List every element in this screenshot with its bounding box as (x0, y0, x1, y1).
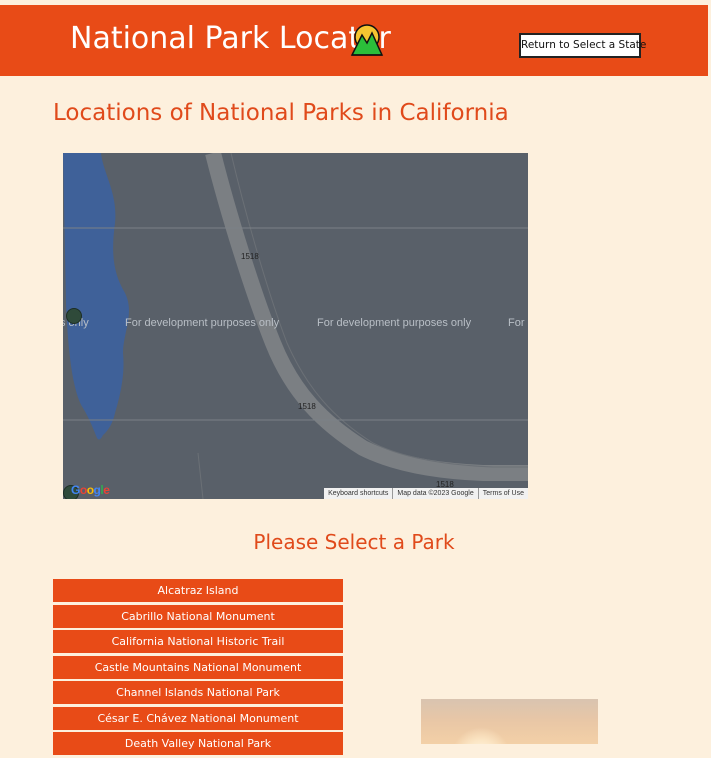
park-button-channel-islands[interactable]: Channel Islands National Park (53, 681, 343, 704)
google-map[interactable]: 1518 1518 1518 s only For development pu… (63, 153, 528, 499)
park-button-cabrillo[interactable]: Cabrillo National Monument (53, 604, 343, 628)
map-watermark: For development purposes only (317, 317, 472, 329)
map-data-attribution: Map data ©2023 Google (392, 488, 477, 499)
app-title: National Park Locator (70, 21, 391, 56)
park-list: Alcatraz Island Cabrillo National Monume… (53, 579, 343, 758)
park-button-cesar-chavez[interactable]: César E. Chávez National Monument (53, 706, 343, 730)
map-watermark: For (508, 317, 525, 329)
park-photo (421, 699, 598, 744)
keyboard-shortcuts-link[interactable]: Keyboard shortcuts (324, 488, 392, 499)
sun-glow (451, 727, 511, 744)
highway-road (205, 153, 528, 481)
lake-shape (63, 153, 129, 440)
side-road (197, 452, 204, 499)
road-label: 1518 (298, 402, 316, 411)
page-title: Locations of National Parks in Californi… (53, 100, 509, 126)
hiking-trail-marker-icon[interactable] (66, 308, 82, 324)
terms-of-use-link[interactable]: Terms of Use (477, 488, 528, 499)
park-button-alcatraz-island[interactable]: Alcatraz Island (53, 579, 343, 602)
app-header: National Park Locator Return to Select a… (0, 5, 708, 76)
return-to-select-state-button[interactable]: Return to Select a State (519, 33, 646, 58)
map-footer: Keyboard shortcuts Map data ©2023 Google… (324, 488, 528, 499)
select-park-heading: Please Select a Park (253, 530, 455, 554)
google-logo[interactable]: Google (71, 483, 110, 497)
park-button-castle-mountains[interactable]: Castle Mountains National Monument (53, 655, 343, 679)
park-button-california-trail[interactable]: California National Historic Trail (53, 630, 343, 653)
mountain-sun-logo-icon (350, 23, 384, 57)
map-watermark: For development purposes only (125, 317, 280, 329)
road-label: 1518 (241, 252, 259, 261)
